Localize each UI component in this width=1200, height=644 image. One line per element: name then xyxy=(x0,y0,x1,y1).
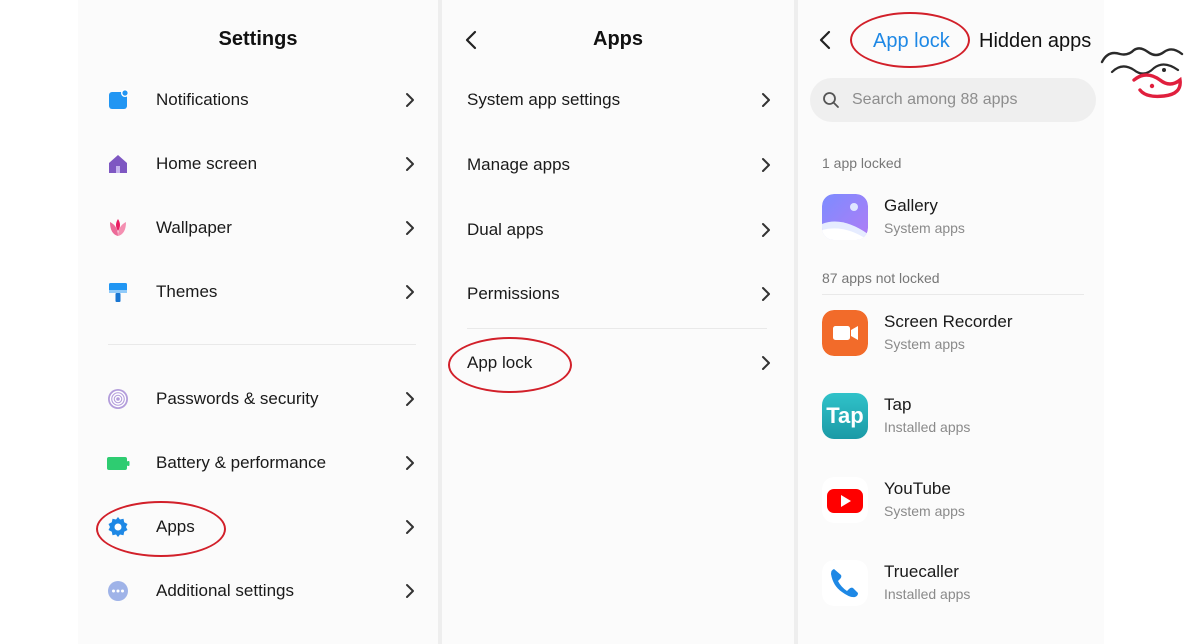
apps-item-label: App lock xyxy=(467,353,533,372)
gallery-icon xyxy=(822,194,868,240)
settings-item-label: Home screen xyxy=(156,154,258,173)
apps-item-label: Dual apps xyxy=(467,220,544,239)
settings-item-label: Apps xyxy=(156,517,195,536)
app-name: Gallery xyxy=(884,196,938,215)
app-row-youtube[interactable]: YouTube System apps xyxy=(798,465,1104,535)
section-divider xyxy=(822,294,1084,295)
section-divider xyxy=(467,328,767,329)
app-name: Tap xyxy=(884,395,912,414)
wallpaper-icon xyxy=(106,216,130,240)
battery-icon xyxy=(106,451,130,475)
apps-item-manage-apps[interactable]: Manage apps xyxy=(442,137,794,193)
tap-icon: Tap xyxy=(822,393,868,439)
settings-item-wallpaper[interactable]: Wallpaper xyxy=(78,200,438,256)
app-row-gallery[interactable]: Gallery System apps xyxy=(798,182,1104,252)
settings-item-label: Battery & performance xyxy=(156,453,327,472)
chevron-right-icon xyxy=(400,581,420,601)
chevron-right-icon xyxy=(756,155,776,175)
screen-recorder-icon xyxy=(822,310,868,356)
apps-item-dual-apps[interactable]: Dual apps xyxy=(442,202,794,258)
settings-item-additional-settings[interactable]: Additional settings xyxy=(78,563,438,619)
app-type: Installed apps xyxy=(884,419,971,435)
settings-item-label: Wallpaper xyxy=(156,218,232,237)
settings-item-label: Themes xyxy=(156,282,218,301)
settings-item-passwords-security[interactable]: Passwords & security xyxy=(78,371,438,427)
settings-item-battery-performance[interactable]: Battery & performance xyxy=(78,435,438,491)
search-input[interactable] xyxy=(852,78,1082,122)
home-icon xyxy=(106,152,130,176)
tab-app-lock[interactable]: App lock xyxy=(873,30,950,53)
section-divider xyxy=(108,344,416,345)
tap-icon-text: Tap xyxy=(826,403,864,428)
settings-item-label: Additional settings xyxy=(156,581,294,600)
settings-item-notifications[interactable]: Notifications xyxy=(78,72,438,128)
apps-title: Apps xyxy=(593,28,643,50)
settings-panel: Settings Notifications Home screen Wallp… xyxy=(78,0,438,644)
app-name: YouTube xyxy=(884,479,951,498)
search-icon xyxy=(822,91,840,109)
settings-item-home-screen[interactable]: Home screen xyxy=(78,136,438,192)
search-bar[interactable] xyxy=(810,78,1096,122)
settings-item-themes[interactable]: Themes xyxy=(78,264,438,320)
chevron-right-icon xyxy=(400,453,420,473)
app-row-tap[interactable]: Tap Tap Installed apps xyxy=(798,381,1104,451)
youtube-icon xyxy=(822,477,868,523)
locked-section-header: 1 app locked xyxy=(822,155,902,171)
chevron-right-icon xyxy=(756,220,776,240)
settings-item-apps[interactable]: Apps xyxy=(78,499,438,555)
app-name: Truecaller xyxy=(884,562,959,581)
chevron-right-icon xyxy=(756,353,776,373)
chevron-right-icon xyxy=(756,284,776,304)
chevron-right-icon xyxy=(400,218,420,238)
chevron-right-icon xyxy=(400,389,420,409)
apps-item-app-lock[interactable]: App lock xyxy=(442,335,794,391)
app-lock-panel: App lock Hidden apps 1 app locked Galler… xyxy=(798,0,1104,644)
app-type: Installed apps xyxy=(884,586,971,602)
settings-item-label: Passwords & security xyxy=(156,389,319,408)
app-name: Screen Recorder xyxy=(884,312,1013,331)
watermark-logo xyxy=(1094,40,1190,104)
app-type: System apps xyxy=(884,336,965,352)
apps-item-system-app-settings[interactable]: System app settings xyxy=(442,72,794,128)
settings-title: Settings xyxy=(218,28,298,50)
chevron-right-icon xyxy=(756,90,776,110)
app-row-screen-recorder[interactable]: Screen Recorder System apps xyxy=(798,298,1104,368)
apps-panel: Apps System app settings Manage apps Dua… xyxy=(442,0,794,644)
phone-icon xyxy=(822,560,868,606)
chevron-right-icon xyxy=(400,517,420,537)
more-icon xyxy=(106,579,130,603)
apps-item-label: Permissions xyxy=(467,284,560,303)
fingerprint-icon xyxy=(106,387,130,411)
themes-icon xyxy=(106,280,130,304)
chevron-right-icon xyxy=(400,154,420,174)
apps-item-permissions[interactable]: Permissions xyxy=(442,266,794,322)
chevron-right-icon xyxy=(400,90,420,110)
app-type: System apps xyxy=(884,503,965,519)
gear-icon xyxy=(106,515,130,539)
app-type: System apps xyxy=(884,220,965,236)
apps-item-label: System app settings xyxy=(467,90,621,109)
app-row-truecaller[interactable]: Truecaller Installed apps xyxy=(798,548,1104,618)
unlocked-section-header: 87 apps not locked xyxy=(822,270,940,286)
settings-item-label: Notifications xyxy=(156,90,249,109)
tab-hidden-apps[interactable]: Hidden apps xyxy=(979,30,1091,53)
apps-item-label: Manage apps xyxy=(467,155,571,174)
chevron-right-icon xyxy=(400,282,420,302)
notifications-icon xyxy=(106,88,130,112)
back-arrow-icon[interactable] xyxy=(814,28,838,52)
